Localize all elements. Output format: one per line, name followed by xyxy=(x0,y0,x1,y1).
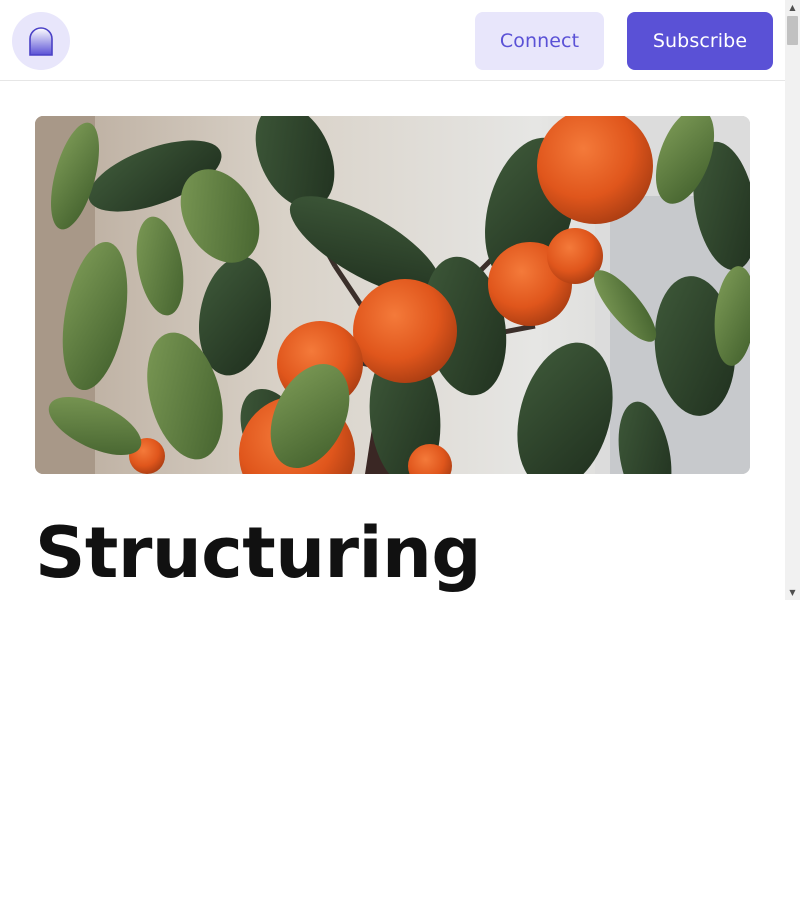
subscribe-button[interactable]: Subscribe xyxy=(627,12,773,70)
page-viewport: Connect Subscribe Structuring ▲ ▼ xyxy=(0,0,800,600)
site-logo-button[interactable] xyxy=(12,12,70,70)
orange-tree-photo xyxy=(35,116,750,474)
arch-logo-icon xyxy=(29,27,53,56)
scroll-up-arrow-icon[interactable]: ▲ xyxy=(785,0,800,15)
vertical-scrollbar[interactable]: ▲ ▼ xyxy=(785,0,800,600)
post-title: Structuring xyxy=(35,512,481,594)
scroll-down-arrow-icon[interactable]: ▼ xyxy=(785,585,800,600)
site-header: Connect Subscribe xyxy=(0,0,785,81)
scrollbar-thumb[interactable] xyxy=(787,16,798,45)
connect-button[interactable]: Connect xyxy=(475,12,604,70)
hero-image xyxy=(35,116,750,474)
